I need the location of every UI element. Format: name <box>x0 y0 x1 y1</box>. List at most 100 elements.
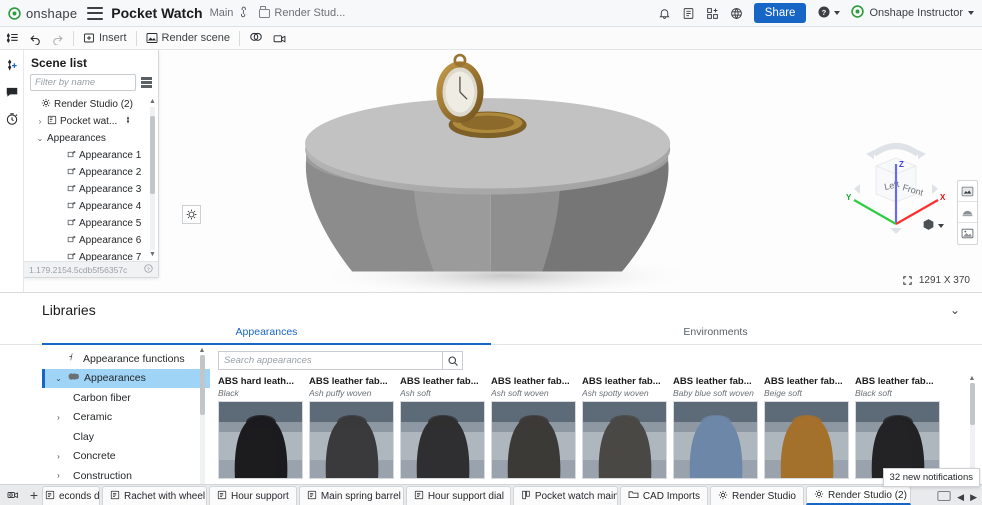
scene-tree-item[interactable]: Appearance 1 <box>28 147 158 164</box>
taskbar-tab[interactable]: Render Studio <box>710 486 804 505</box>
redo-icon[interactable] <box>51 32 64 45</box>
library-tree-item[interactable]: › Construction <box>42 466 210 486</box>
bell-icon[interactable] <box>658 7 671 20</box>
scroll-down-arrow[interactable]: ▼ <box>149 251 156 259</box>
render-studio-icon <box>41 98 51 111</box>
link-icon[interactable] <box>236 4 254 22</box>
release-icon[interactable] <box>682 7 695 20</box>
appearance-card[interactable]: ABS leather fab... Ash puffy woven <box>309 376 394 479</box>
tree-chevron-icon[interactable]: › <box>54 413 63 422</box>
appearance-card[interactable]: ABS leather fab... Ash soft <box>400 376 485 479</box>
taskbar-tab[interactable]: Main spring barrel asse... <box>298 486 404 505</box>
display-mode-dropdown[interactable] <box>922 218 944 234</box>
appearance-card-subtitle: Ash spotty woven <box>582 388 649 398</box>
appearance-card[interactable]: ABS hard leath... Black <box>218 376 303 479</box>
scene-tree-item[interactable]: Appearance 2 <box>28 164 158 181</box>
scene-tree-item[interactable]: Render Studio (2) <box>28 96 158 113</box>
scene-tree-scrollbar[interactable]: ▲ ▼ <box>149 98 156 259</box>
scene-list-icon[interactable] <box>6 31 20 45</box>
library-tree-item-label: Carbon fiber <box>73 391 131 404</box>
library-tree-scrollbar[interactable]: ▲ ▼ <box>198 347 206 501</box>
camera-icon[interactable] <box>272 32 287 45</box>
tree-chevron-icon[interactable]: ⌄ <box>54 374 63 383</box>
scene-tree-item[interactable]: ⌄ Appearances <box>28 130 158 147</box>
share-button[interactable]: Share <box>753 3 807 23</box>
lib-scrollbar-thumb[interactable] <box>199 355 205 415</box>
render-preview-icon[interactable] <box>958 181 977 202</box>
taskbar-panel-icon[interactable] <box>937 491 951 503</box>
library-tree-item[interactable]: ›Clay <box>42 427 210 447</box>
taskbar-tab[interactable]: CAD Imports <box>619 486 709 505</box>
globe-icon[interactable] <box>730 7 743 20</box>
help-circle-icon[interactable]: ? <box>144 264 153 275</box>
taskbar-tab[interactable]: Hour support dial <box>405 486 511 505</box>
scene-tree-item[interactable]: Appearance 5 <box>28 215 158 232</box>
appearance-card[interactable]: ABS leather fab... Beige soft <box>764 376 849 479</box>
branch-label[interactable]: Main <box>210 7 234 19</box>
taskbar-next-icon[interactable]: ▶ <box>970 492 977 503</box>
render-history-icon[interactable] <box>5 112 19 126</box>
appearance-card[interactable]: ABS leather fab... Baby blue soft woven <box>673 376 758 479</box>
appearance-card-grid[interactable]: ABS hard leath... Black ABS leather fab...… <box>218 376 982 479</box>
search-icon[interactable] <box>442 351 463 370</box>
undo-icon[interactable] <box>29 32 42 45</box>
appearance-icon[interactable] <box>249 31 263 45</box>
hamburger-icon[interactable] <box>87 6 104 20</box>
scene-filter-input[interactable]: Filter by name <box>30 74 136 91</box>
scene-tree-item[interactable]: Appearance 4 <box>28 198 158 215</box>
scene-tree-item[interactable]: Appearance 3 <box>28 181 158 198</box>
image-icon[interactable] <box>958 223 977 244</box>
tab-appearances[interactable]: Appearances <box>42 320 491 345</box>
svg-text:?: ? <box>147 266 150 272</box>
view-normal-to-button[interactable] <box>182 205 201 224</box>
scene-tree-item[interactable]: › Pocket wat... <box>28 113 158 130</box>
library-tree-item[interactable]: ⌄ Appearances <box>42 368 210 388</box>
cards-scroll-up-arrow[interactable]: ▲ <box>968 375 976 382</box>
tree-chevron-icon[interactable]: › <box>54 452 63 461</box>
list-view-icon[interactable] <box>141 77 152 88</box>
taskbar-prev-icon[interactable]: ◀ <box>957 492 964 503</box>
scrollbar-thumb[interactable] <box>150 116 155 194</box>
tree-chevron-icon[interactable]: › <box>36 117 44 126</box>
tree-chevron-icon[interactable]: ⌄ <box>36 134 44 143</box>
onshape-brand[interactable]: onshape <box>8 6 77 21</box>
render-scene-button[interactable]: Render scene <box>146 32 230 44</box>
tab-environments[interactable]: Environments <box>491 320 940 344</box>
taskbar-search-icon[interactable] <box>0 484 26 505</box>
add-tab-button[interactable]: + <box>26 484 42 505</box>
appearance-card[interactable]: ABS leather fab... Ash soft woven <box>491 376 576 479</box>
axis-z-label: Z <box>899 160 904 169</box>
comment-icon[interactable] <box>5 85 19 99</box>
help-menu[interactable]: ? <box>817 5 841 22</box>
scene-tree[interactable]: Render Studio (2) › Pocket wat... ⌄ Appearan… <box>24 96 158 261</box>
cards-scrollbar-thumb[interactable] <box>969 383 975 425</box>
apps-icon[interactable] <box>706 7 719 20</box>
library-tree-item[interactable]: › Ceramic <box>42 408 210 428</box>
scroll-up-arrow[interactable]: ▲ <box>149 98 156 106</box>
library-tree-item[interactable]: ›Carbon fiber <box>42 388 210 408</box>
scene-tree-item[interactable]: Appearance 7 <box>28 249 158 261</box>
appearance-card-title: ABS leather fab... <box>309 376 388 387</box>
taskbar-tab[interactable]: econds dial <box>42 486 100 505</box>
tree-chevron-icon[interactable]: › <box>54 471 63 480</box>
user-menu[interactable]: Onshape Instructor <box>851 5 974 21</box>
add-part-icon[interactable] <box>5 58 19 72</box>
lib-scroll-up-arrow[interactable]: ▲ <box>198 347 206 354</box>
chevron-down-icon[interactable]: ⌄ <box>950 303 968 317</box>
library-tree-item[interactable]: ›Appearance functions <box>42 349 210 369</box>
search-appearances-input[interactable]: Search appearances <box>218 351 442 370</box>
taskbar-tab[interactable]: Rachet with wheel asse... <box>102 486 207 505</box>
scene-tree-item[interactable]: Appearance 6 <box>28 232 158 249</box>
insert-button[interactable]: Insert <box>83 32 127 44</box>
library-tree-item[interactable]: › Concrete <box>42 447 210 467</box>
taskbar-tab[interactable]: Pocket watch main ass... <box>512 486 618 505</box>
workspace-chip[interactable]: Render Stud... <box>259 6 346 19</box>
taskbar-tab[interactable]: Render Studio (2) <box>805 486 911 505</box>
workspace-label: Render Stud... <box>274 7 346 19</box>
appearance-card[interactable]: ABS leather fab... Black soft <box>855 376 940 479</box>
environment-icon[interactable] <box>958 202 977 223</box>
library-category-tree[interactable]: ›Appearance functions⌄Appearances›Carbon… <box>42 345 210 505</box>
render-viewport[interactable]: Scene list Filter by name Render Studio … <box>24 50 982 292</box>
taskbar-tab[interactable]: Hour support <box>209 486 297 505</box>
appearance-card[interactable]: ABS leather fab... Ash spotty woven <box>582 376 667 479</box>
